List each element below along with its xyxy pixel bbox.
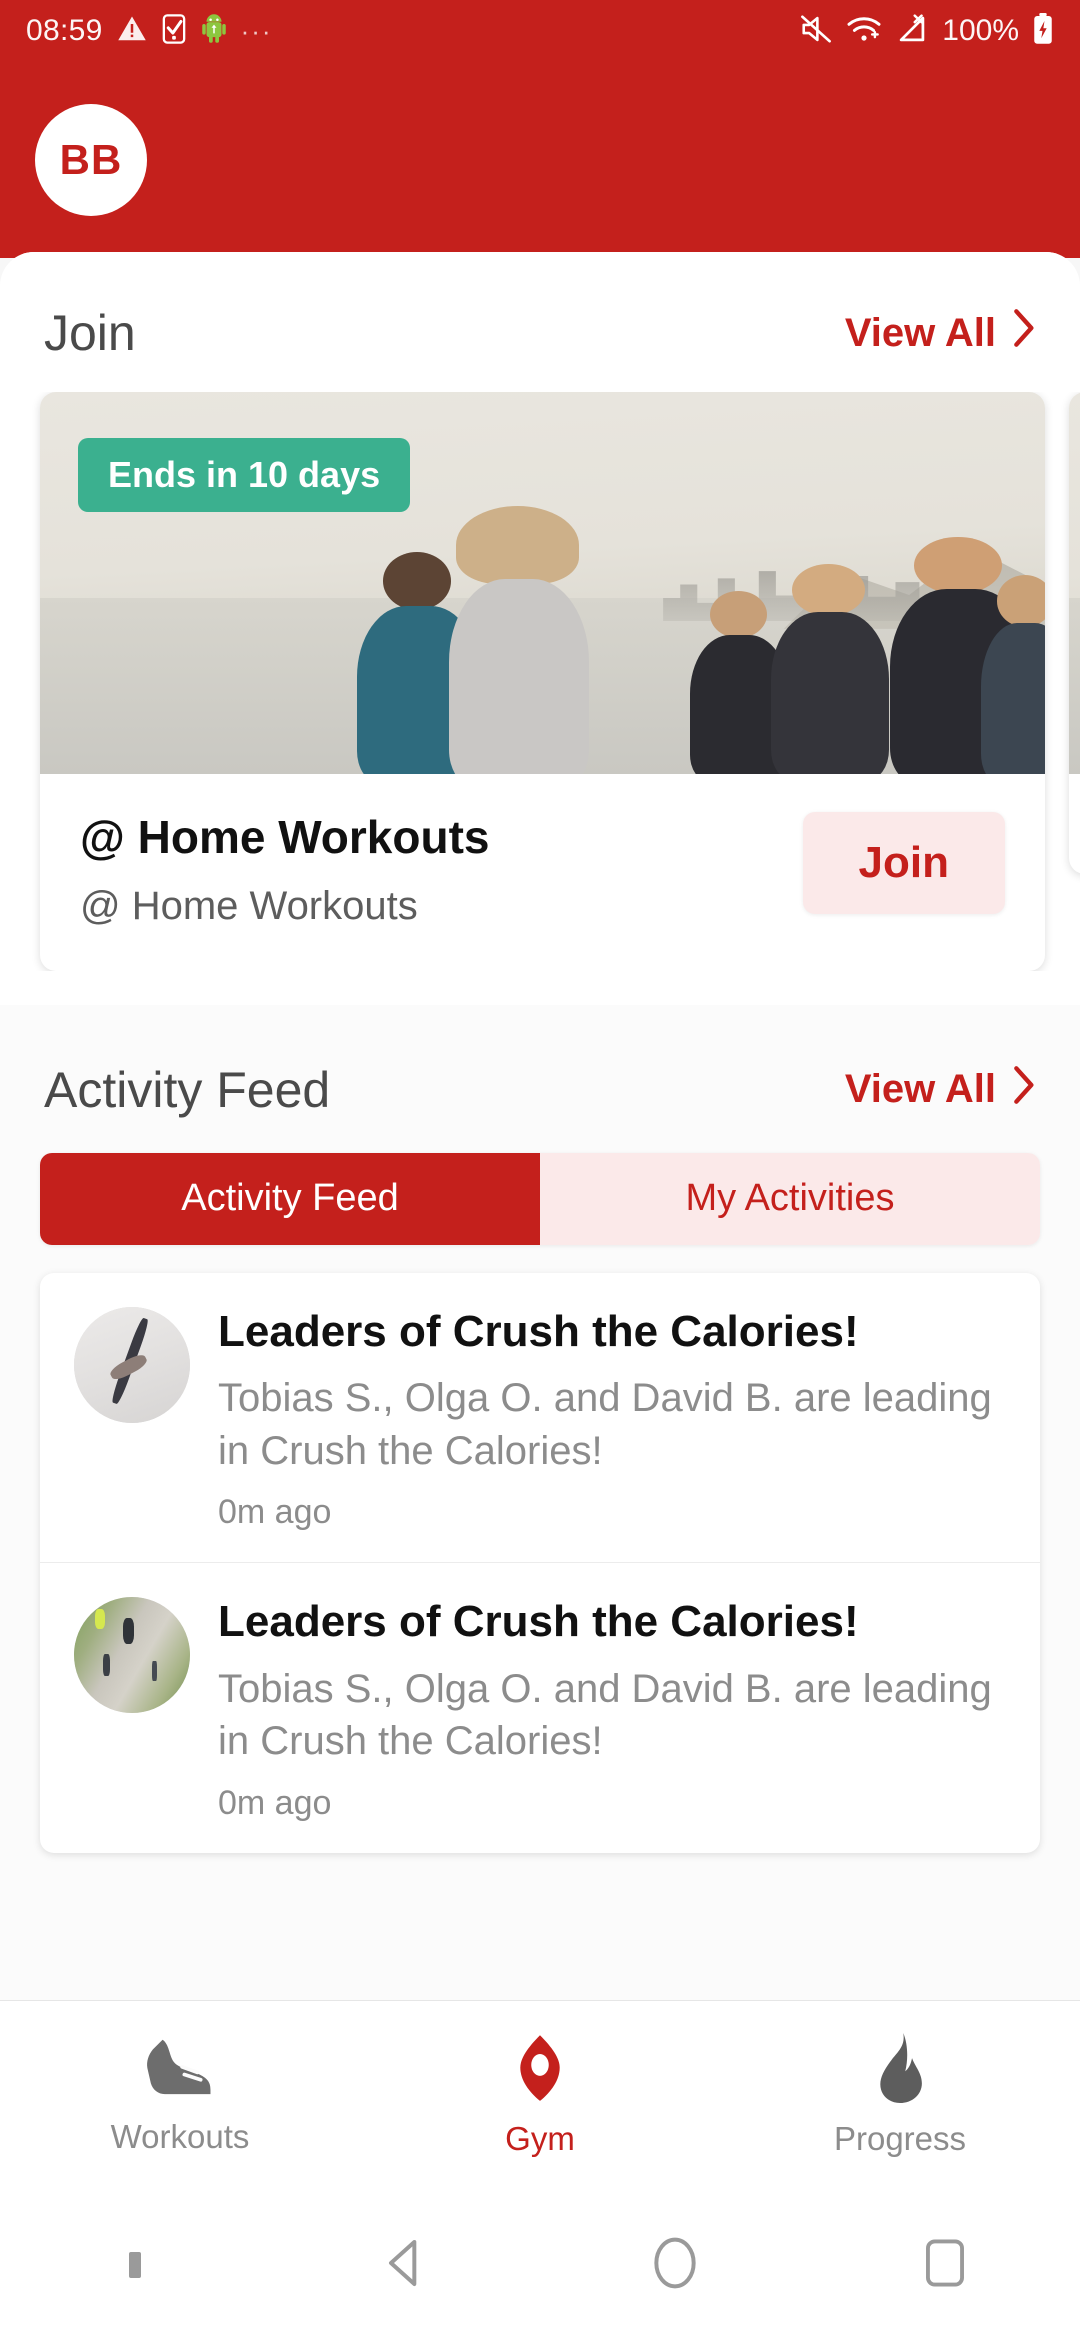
- no-signal-icon: [895, 13, 929, 49]
- tab-progress-label: Progress: [833, 2120, 967, 2157]
- android-robot-icon: [201, 13, 227, 49]
- activity-timestamp: 0m ago: [218, 1493, 332, 1532]
- activity-texts: Leaders of Crush the Calories! Tobias S.…: [218, 1307, 1006, 1533]
- home-circle-icon: [649, 2235, 701, 2296]
- list-item[interactable]: Leaders of Crush the Calories! Tobias S.…: [40, 1273, 1040, 1563]
- activity-thumbnail: [74, 1306, 190, 1423]
- battery-charging-icon: [1032, 12, 1054, 50]
- recents-square-icon: [920, 2235, 970, 2296]
- activity-title: Leaders of Crush the Calories!: [218, 1306, 859, 1356]
- battery-percent: 100%: [942, 14, 1019, 47]
- yoga-stretch-photo: [74, 1306, 190, 1423]
- challenge-subtitle: @ Home Workouts: [80, 883, 418, 928]
- challenge-card-body: [1069, 774, 1080, 874]
- activity-description: Tobias S., Olga O. and David B. are lead…: [218, 1666, 992, 1764]
- status-time: 08:59: [26, 14, 103, 47]
- activity-tabs: Activity Feed My Activities: [40, 1152, 1040, 1245]
- join-view-all-label: View All: [844, 310, 996, 355]
- hero-runner: [764, 563, 895, 774]
- sim-card-check-icon: [161, 13, 187, 49]
- join-button[interactable]: Join: [802, 812, 1005, 914]
- warning-triangle-icon: [117, 14, 147, 49]
- activity-section-header: Activity Feed View All: [0, 1061, 1080, 1119]
- app-screen: 08:59 ··· 100% BB Join View All Ends in …: [0, 0, 1080, 2340]
- hero-runner: [975, 575, 1045, 774]
- activity-feed-list: Leaders of Crush the Calories! Tobias S.…: [40, 1272, 1040, 1854]
- status-bar-right: 100%: [799, 12, 1054, 50]
- overflow-dots-icon: ···: [240, 16, 273, 46]
- nav-back-button[interactable]: [270, 2235, 540, 2296]
- tab-workouts-label: Workouts: [110, 2118, 250, 2155]
- mute-icon: [799, 14, 833, 49]
- activity-feed-section: Activity Feed View All Activity Feed My …: [0, 1004, 1080, 1854]
- chevron-right-icon: [1010, 308, 1036, 358]
- tab-workouts[interactable]: Workouts: [0, 2035, 360, 2156]
- challenge-card[interactable]: [1069, 392, 1080, 874]
- challenge-hero-image: Ends in 10 days: [40, 392, 1045, 774]
- location-pin-icon: [505, 2033, 575, 2108]
- shoe-icon: [143, 2035, 217, 2106]
- challenge-card[interactable]: Ends in 10 days @ Home Workouts @ Home W…: [40, 392, 1045, 971]
- tab-activity-feed[interactable]: Activity Feed: [40, 1152, 540, 1245]
- join-view-all-button[interactable]: View All: [845, 308, 1036, 358]
- challenge-title: @ Home Workouts: [80, 811, 490, 863]
- join-section-title: Join: [44, 305, 136, 361]
- challenge-card-body: @ Home Workouts @ Home Workouts Join: [40, 774, 1045, 971]
- list-item[interactable]: Leaders of Crush the Calories! Tobias S.…: [40, 1562, 1040, 1853]
- activity-timestamp: 0m ago: [218, 1784, 332, 1823]
- challenge-carousel[interactable]: Ends in 10 days @ Home Workouts @ Home W…: [0, 392, 1080, 971]
- nav-home-button[interactable]: [540, 2235, 810, 2296]
- status-bar: 08:59 ··· 100%: [0, 0, 1080, 62]
- marker-dot-icon: [129, 2252, 141, 2278]
- nav-recents-button[interactable]: [810, 2235, 1080, 2296]
- app-header: BB: [0, 62, 1080, 258]
- join-section-header: Join View All: [0, 304, 1080, 362]
- challenge-card-texts: @ Home Workouts @ Home Workouts: [80, 808, 490, 929]
- back-triangle-icon: [377, 2235, 433, 2296]
- join-section: Join View All Ends in 10 days @ Home Wor…: [0, 252, 1080, 1005]
- challenge-badge: Ends in 10 days: [78, 438, 411, 512]
- activity-texts: Leaders of Crush the Calories! Tobias S.…: [218, 1597, 1006, 1823]
- tab-progress[interactable]: Progress: [720, 2033, 1080, 2158]
- activity-view-all-button[interactable]: View All: [845, 1065, 1036, 1115]
- android-nav-bar: [0, 2190, 1080, 2340]
- avatar[interactable]: BB: [35, 104, 147, 216]
- flame-icon: [868, 2033, 932, 2108]
- hero-sea: [1069, 598, 1080, 774]
- activity-title: Leaders of Crush the Calories!: [218, 1597, 859, 1647]
- activity-description: Tobias S., Olga O. and David B. are lead…: [218, 1375, 992, 1473]
- runners-on-path-photo: [74, 1597, 190, 1714]
- tab-my-activities[interactable]: My Activities: [540, 1152, 1040, 1245]
- hero-runner: [432, 506, 603, 774]
- activity-thumbnail: [74, 1597, 190, 1714]
- tab-gym[interactable]: Gym: [360, 2033, 720, 2158]
- avatar-initials: BB: [59, 136, 123, 183]
- content-sheet: Join View All Ends in 10 days @ Home Wor…: [0, 252, 1080, 2042]
- tab-gym-label: Gym: [505, 2120, 575, 2157]
- bottom-tab-bar: Workouts Gym Progress: [0, 2000, 1080, 2190]
- activity-view-all-label: View All: [844, 1067, 996, 1112]
- challenge-hero-image: [1069, 392, 1080, 774]
- wifi-icon: [846, 14, 882, 49]
- nav-marker-dot[interactable]: [0, 2252, 270, 2278]
- activity-section-title: Activity Feed: [44, 1061, 331, 1118]
- chevron-right-icon: [1010, 1065, 1036, 1115]
- status-bar-left: 08:59 ···: [26, 13, 273, 49]
